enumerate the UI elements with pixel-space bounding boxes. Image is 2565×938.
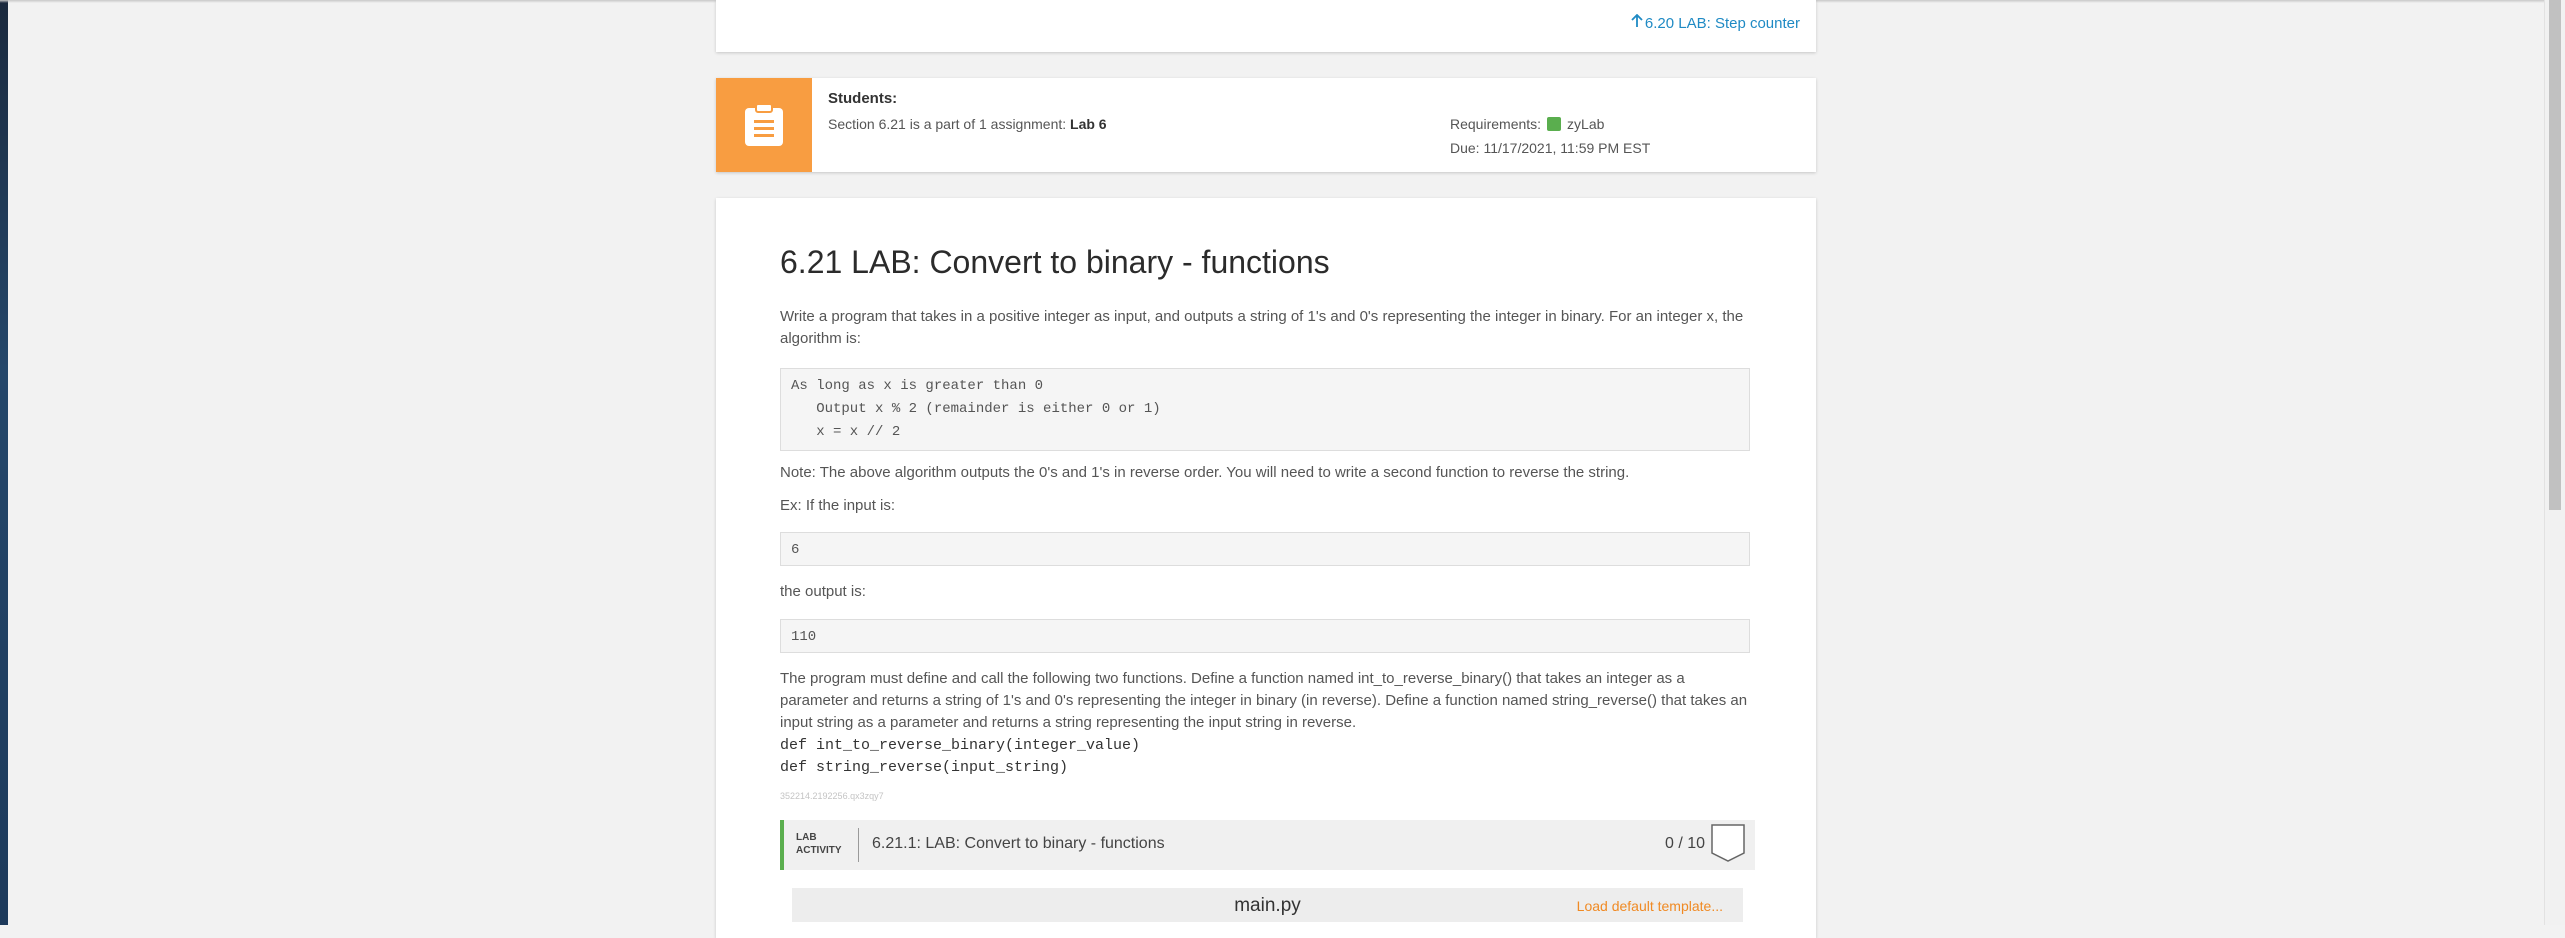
nav-card: 6.20 LAB: Step counter — [716, 0, 1816, 52]
completion-badge-icon — [1711, 824, 1745, 862]
example-input-box: 6 — [780, 532, 1750, 566]
lab-activity-label: LAB ACTIVITY — [796, 831, 842, 857]
output-label: the output is: — [780, 583, 866, 600]
section-text: Section 6.21 is a part of 1 assignment: — [828, 116, 1071, 132]
window-left-edge — [0, 0, 8, 925]
requirements-line: Requirements: zyLab — [1450, 112, 1650, 136]
example-input: 6 — [791, 542, 800, 558]
main-content-card: 6.21 LAB: Convert to binary - functions … — [716, 198, 1816, 938]
function-signature-1: def int_to_reverse_binary(integer_value) — [780, 737, 1141, 754]
functions-paragraph: The program must define and call the fol… — [780, 670, 1748, 731]
requirements-block: Requirements: zyLab Due: 11/17/2021, 11:5… — [1450, 112, 1650, 160]
zylab-icon — [1547, 117, 1562, 131]
clipboard-icon — [745, 104, 783, 146]
assignment-name: Lab 6 — [1070, 116, 1107, 132]
lab-label-line1: LAB — [796, 832, 817, 843]
lab-score: 0 / 10 — [1664, 835, 1705, 852]
lab-divider — [858, 828, 859, 862]
scrollbar-thumb[interactable] — [2549, 0, 2561, 510]
note-paragraph: Note: The above algorithm outputs the 0'… — [780, 464, 1630, 481]
requirements-value: zyLab — [1567, 116, 1605, 132]
lab-activity-bar: LAB ACTIVITY 6.21.1: LAB: Convert to bin… — [780, 820, 1755, 870]
content-id: 352214.2192256.qx3zqy7 — [780, 791, 884, 801]
lab-activity-title: 6.21.1: LAB: Convert to binary - functio… — [872, 835, 1165, 852]
assignment-card: Students: Section 6.21 is a part of 1 as… — [716, 78, 1816, 172]
due-date: Due: 11/17/2021, 11:59 PM EST — [1450, 140, 1651, 156]
example-output-box: 110 — [780, 619, 1750, 653]
editor-header: main.py Load default template... — [792, 888, 1743, 922]
example-label: Ex: If the input is: — [780, 497, 896, 514]
lab-label-line2: ACTIVITY — [796, 845, 842, 856]
requirements-label: Requirements: — [1450, 116, 1542, 132]
arrow-up-icon — [1631, 13, 1643, 32]
section-assignment-text: Section 6.21 is a part of 1 assignment: … — [828, 116, 1107, 132]
assignment-icon-box — [716, 78, 812, 172]
page-title: 6.21 LAB: Convert to binary - functions — [780, 244, 1330, 280]
students-title: Students: — [828, 90, 898, 107]
algorithm-code: As long as x is greater than 0 Output x … — [791, 378, 1161, 440]
intro-paragraph: Write a program that takes in a positive… — [780, 308, 1744, 347]
page-scrollbar[interactable] — [2544, 0, 2565, 925]
algorithm-code-block: As long as x is greater than 0 Output x … — [780, 368, 1750, 451]
previous-section-link[interactable]: 6.20 LAB: Step counter — [1631, 13, 1800, 32]
load-default-template-button[interactable]: Load default template... — [1577, 898, 1723, 914]
function-signature-2: def string_reverse(input_string) — [780, 759, 1069, 776]
previous-section-label: 6.20 LAB: Step counter — [1644, 14, 1800, 32]
example-output: 110 — [791, 629, 817, 645]
